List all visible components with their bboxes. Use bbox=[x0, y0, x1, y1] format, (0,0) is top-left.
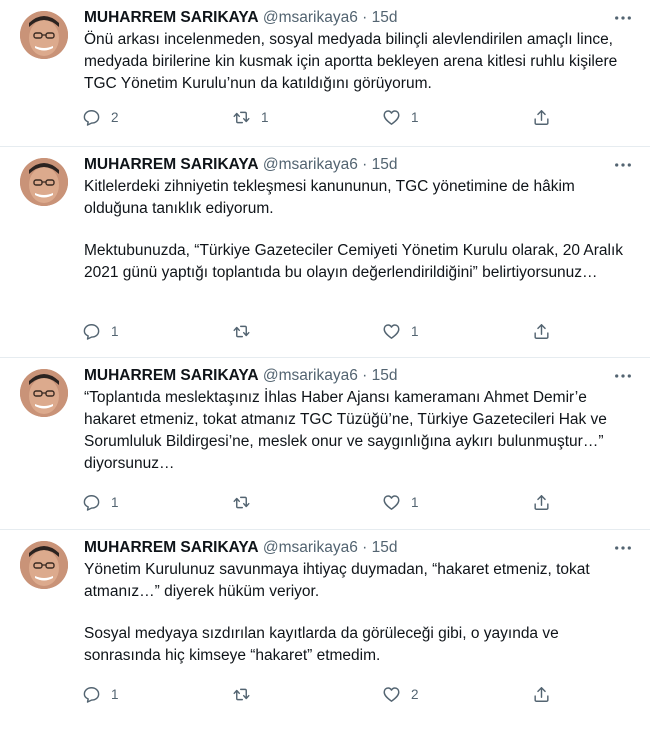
more-dots-icon[interactable] bbox=[612, 8, 634, 28]
tweet-header: MUHARREM SARIKAYA @msarikaya6 · 15d bbox=[84, 8, 640, 28]
tweet[interactable]: MUHARREM SARIKAYA @msarikaya6 · 15d Önü … bbox=[0, 0, 650, 147]
tweet-header: MUHARREM SARIKAYA @msarikaya6 · 15d bbox=[84, 538, 640, 558]
tweet-paragraph: “Toplantıda meslektaşınız İhlas Haber Aj… bbox=[84, 389, 607, 472]
tweet-text: “Toplantıda meslektaşınız İhlas Haber Aj… bbox=[84, 387, 629, 475]
like-count: 2 bbox=[411, 686, 419, 702]
reply-icon bbox=[83, 323, 100, 340]
like-count: 1 bbox=[411, 323, 419, 339]
retweet-button[interactable]: 1 bbox=[232, 108, 312, 127]
like-button[interactable]: 1 bbox=[382, 322, 462, 341]
avatar[interactable] bbox=[20, 158, 68, 206]
author-handle[interactable]: @msarikaya6 bbox=[263, 539, 358, 556]
share-button[interactable] bbox=[532, 493, 552, 512]
reply-button[interactable]: 2 bbox=[82, 108, 162, 127]
retweet-button[interactable] bbox=[232, 322, 312, 341]
reply-button[interactable]: 1 bbox=[82, 685, 162, 704]
tweet-text: Kitlelerdeki zihniyetin tekleşmesi kanun… bbox=[84, 176, 629, 284]
share-icon bbox=[534, 686, 549, 702]
reply-icon bbox=[83, 109, 100, 126]
retweet-button[interactable] bbox=[232, 493, 312, 512]
like-button[interactable]: 2 bbox=[382, 685, 462, 704]
tweet-timestamp[interactable]: 15d bbox=[372, 9, 398, 26]
tweet-actions: 2 1 1 bbox=[82, 107, 552, 127]
share-button[interactable] bbox=[532, 108, 552, 127]
tweet-feed: MUHARREM SARIKAYA @msarikaya6 · 15d Önü … bbox=[0, 0, 650, 729]
more-dots-icon[interactable] bbox=[612, 155, 634, 175]
author-handle[interactable]: @msarikaya6 bbox=[263, 156, 358, 173]
tweet-actions: 1 2 bbox=[82, 684, 552, 704]
share-icon bbox=[534, 494, 549, 510]
tweet[interactable]: MUHARREM SARIKAYA @msarikaya6 · 15d Kitl… bbox=[0, 147, 650, 358]
more-dots-icon[interactable] bbox=[612, 538, 634, 558]
reply-count: 1 bbox=[111, 323, 119, 339]
author-name[interactable]: MUHARREM SARIKAYA bbox=[84, 9, 259, 26]
retweet-icon bbox=[233, 496, 250, 508]
author-handle[interactable]: @msarikaya6 bbox=[263, 367, 358, 384]
reply-count: 1 bbox=[111, 686, 119, 702]
tweet[interactable]: MUHARREM SARIKAYA @msarikaya6 · 15d Yöne… bbox=[0, 530, 650, 729]
retweet-icon bbox=[233, 325, 250, 337]
like-heart-icon bbox=[383, 494, 400, 510]
tweet-header: MUHARREM SARIKAYA @msarikaya6 · 15d bbox=[84, 155, 640, 175]
tweet-paragraph: Önü arkası incelenmeden, sosyal medyada … bbox=[84, 31, 618, 92]
like-count: 1 bbox=[411, 109, 419, 125]
tweet-text: Önü arkası incelenmeden, sosyal medyada … bbox=[84, 29, 629, 95]
tweet-actions: 1 1 bbox=[82, 321, 552, 341]
reply-button[interactable]: 1 bbox=[82, 322, 162, 341]
more-dots-icon[interactable] bbox=[612, 366, 634, 386]
retweet-icon bbox=[233, 111, 250, 123]
retweet-button[interactable] bbox=[232, 685, 312, 704]
reply-icon bbox=[83, 686, 100, 703]
like-heart-icon bbox=[383, 323, 400, 339]
share-icon bbox=[534, 323, 549, 339]
share-button[interactable] bbox=[532, 685, 552, 704]
tweet-paragraph: Yönetim Kurulunuz savunmaya ihtiyaç duym… bbox=[84, 561, 590, 600]
avatar[interactable] bbox=[20, 369, 68, 417]
avatar[interactable] bbox=[20, 11, 68, 59]
reply-button[interactable]: 1 bbox=[82, 493, 162, 512]
author-name[interactable]: MUHARREM SARIKAYA bbox=[84, 156, 259, 173]
share-icon bbox=[534, 109, 549, 125]
author-name[interactable]: MUHARREM SARIKAYA bbox=[84, 539, 259, 556]
author-handle[interactable]: @msarikaya6 bbox=[263, 9, 358, 26]
author-name[interactable]: MUHARREM SARIKAYA bbox=[84, 367, 259, 384]
like-count: 1 bbox=[411, 494, 419, 510]
retweet-count: 1 bbox=[261, 109, 269, 125]
share-button[interactable] bbox=[532, 322, 552, 341]
tweet[interactable]: MUHARREM SARIKAYA @msarikaya6 · 15d “Top… bbox=[0, 358, 650, 530]
tweet-paragraph: Sosyal medyaya sızdırılan kayıtlarda da … bbox=[84, 625, 559, 664]
tweet-timestamp[interactable]: 15d bbox=[372, 156, 398, 173]
tweet-header: MUHARREM SARIKAYA @msarikaya6 · 15d bbox=[84, 366, 640, 386]
like-heart-icon bbox=[383, 109, 400, 125]
tweet-actions: 1 1 bbox=[82, 492, 552, 512]
tweet-text: Yönetim Kurulunuz savunmaya ihtiyaç duym… bbox=[84, 559, 629, 667]
retweet-icon bbox=[233, 688, 250, 700]
separator-dot: · bbox=[362, 539, 368, 556]
tweet-timestamp[interactable]: 15d bbox=[372, 367, 398, 384]
tweet-timestamp[interactable]: 15d bbox=[372, 539, 398, 556]
separator-dot: · bbox=[362, 367, 368, 384]
like-button[interactable]: 1 bbox=[382, 108, 462, 127]
reply-count: 2 bbox=[111, 109, 119, 125]
reply-count: 1 bbox=[111, 494, 119, 510]
separator-dot: · bbox=[362, 9, 368, 26]
separator-dot: · bbox=[362, 156, 368, 173]
like-heart-icon bbox=[383, 686, 400, 702]
tweet-paragraph: Kitlelerdeki zihniyetin tekleşmesi kanun… bbox=[84, 178, 575, 217]
like-button[interactable]: 1 bbox=[382, 493, 462, 512]
reply-icon bbox=[83, 494, 100, 511]
avatar[interactable] bbox=[20, 541, 68, 589]
tweet-paragraph: Mektubunuzda, “Türkiye Gazeteciler Cemiy… bbox=[84, 242, 624, 281]
